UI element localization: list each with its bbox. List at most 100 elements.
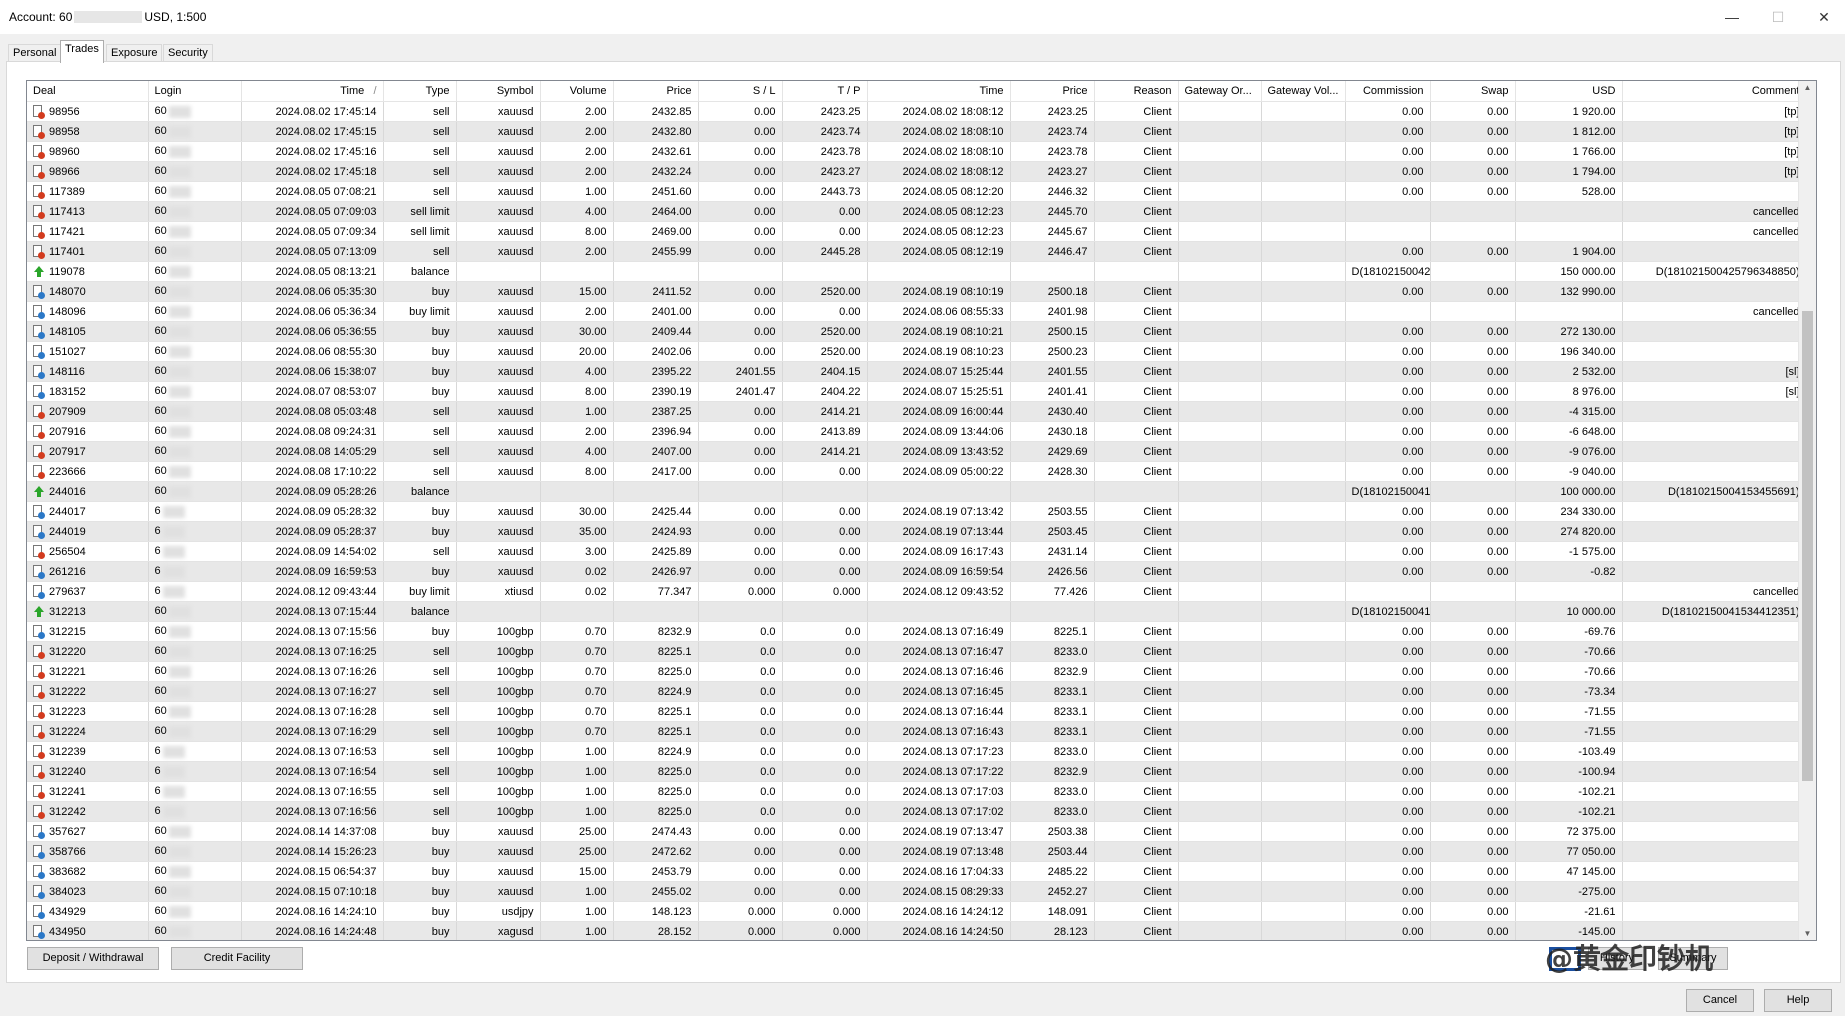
tab-exposure[interactable]: Exposure (106, 44, 163, 62)
table-row[interactable]: 312241 6 2024.08.13 07:16:55 sell 100gbp 1.00… (27, 781, 1807, 802)
col-symbol[interactable]: Symbol (456, 81, 541, 102)
cell-text-symbol: xauusd (498, 205, 534, 218)
table-row[interactable]: 279637 6 2024.08.12 09:43:44 buy limit xtius… (27, 581, 1807, 602)
table-row[interactable]: 357627 60 2024.08.14 14:37:08 buy xauusd 25.0… (27, 821, 1807, 842)
col-sl[interactable]: S / L (698, 81, 783, 102)
col-type[interactable]: Type (383, 81, 457, 102)
cell-text-sl: 0.00 (754, 505, 776, 518)
table-row[interactable]: 256504 6 2024.08.09 14:54:02 sell xauusd 3.00… (27, 541, 1807, 562)
table-row[interactable]: 148096 60 2024.08.06 05:36:34 buy limit xauu… (27, 301, 1807, 322)
col-comment[interactable]: Comment (1622, 81, 1807, 102)
help-button[interactable]: Help (1764, 989, 1832, 1012)
table-row[interactable]: 312220 60 2024.08.13 07:16:25 sell 100gbp 0.7… (27, 641, 1807, 662)
table-row[interactable]: 223666 60 2024.08.08 17:10:22 sell xauusd 8.0… (27, 461, 1807, 482)
cell-volume: 2.00 (540, 301, 614, 322)
col-login[interactable]: Login (148, 81, 242, 102)
col-deal[interactable]: Deal (27, 81, 149, 102)
table-row[interactable]: 434950 60 2024.08.16 14:24:48 buy xagusd 1.00… (27, 921, 1807, 940)
table-row[interactable]: 383682 60 2024.08.15 06:54:37 buy xauusd 15.0… (27, 861, 1807, 882)
table-row[interactable]: 98966 60 2024.08.02 17:45:18 sell xauusd 2.00… (27, 161, 1807, 182)
col-reason[interactable]: Reason (1094, 81, 1179, 102)
table-row[interactable]: 98960 60 2024.08.02 17:45:16 sell xauusd 2.00… (27, 141, 1807, 162)
scroll-up-icon[interactable]: ▲ (1799, 83, 1816, 92)
cell-text-volume: 1.00 (585, 765, 607, 778)
table-row[interactable]: 244017 6 2024.08.09 05:28:32 buy xauusd 30.00… (27, 501, 1807, 522)
table-row[interactable]: 244016 60 2024.08.09 05:28:26 balance D(1810… (27, 481, 1807, 502)
cell-usd: -4 315.00 (1515, 401, 1623, 422)
tab-personal[interactable]: Personal (8, 44, 62, 62)
cancel-button[interactable]: Cancel (1686, 989, 1754, 1012)
table-row[interactable]: 261216 6 2024.08.09 16:59:53 buy xauusd 0.02 2… (27, 561, 1807, 582)
cell-login: 60 (148, 221, 242, 242)
col-swap[interactable]: Swap (1430, 81, 1516, 102)
cell-sl: 0.0 (698, 661, 783, 682)
table-row[interactable]: 98956 60 2024.08.02 17:45:14 sell xauusd 2.00… (27, 101, 1807, 122)
scrollbar-thumb[interactable] (1802, 311, 1813, 781)
cell-gwo (1178, 561, 1262, 582)
table-row[interactable]: 183152 60 2024.08.07 08:53:07 buy xauusd 8.00… (27, 381, 1807, 402)
cell-text-sl: 0.000 (747, 905, 776, 918)
col-volume[interactable]: Volume (540, 81, 614, 102)
table-row[interactable]: 434929 60 2024.08.16 14:24:10 buy usdjpy 1.00… (27, 901, 1807, 922)
table-row[interactable]: 358766 60 2024.08.14 15:26:23 buy xauusd 25.0… (27, 841, 1807, 862)
cell-text-usd: -21.61 (1584, 905, 1616, 918)
col-close-price[interactable]: Price (1010, 81, 1095, 102)
cell-text-time2: 2024.08.07 15:25:51 (902, 385, 1004, 398)
table-row[interactable]: 312215 60 2024.08.13 07:15:56 buy 100gbp 0.70… (27, 621, 1807, 642)
table-row[interactable]: 207909 60 2024.08.08 05:03:48 sell xauusd 1.0… (27, 401, 1807, 422)
vertical-scrollbar[interactable]: ▲ ▼ (1798, 81, 1816, 940)
table-row[interactable]: 312240 6 2024.08.13 07:16:54 sell 100gbp 1.00… (27, 761, 1807, 782)
table-row[interactable]: 117401 60 2024.08.05 07:13:09 sell xauusd 2.0… (27, 241, 1807, 262)
table-row[interactable]: 244019 6 2024.08.09 05:28:37 buy xauusd 35.00… (27, 521, 1807, 542)
table-row[interactable]: 207917 60 2024.08.08 14:05:29 sell xauusd 4.0… (27, 441, 1807, 462)
table-row[interactable]: 312224 60 2024.08.13 07:16:29 sell 100gbp 0.7… (27, 721, 1807, 742)
col-gateway-volume[interactable]: Gateway Vol... (1261, 81, 1346, 102)
table-row[interactable]: 312213 60 2024.08.13 07:15:44 balance D(1810… (27, 601, 1807, 622)
cell-volume: 4.00 (540, 441, 614, 462)
table-row[interactable]: 384023 60 2024.08.15 07:10:18 buy xauusd 1.00… (27, 881, 1807, 902)
credit-facility-button[interactable]: Credit Facility (171, 947, 303, 970)
col-time[interactable]: Time / (241, 81, 384, 102)
minimize-button[interactable]: — (1720, 6, 1744, 28)
table-row[interactable]: 151027 60 2024.08.06 08:55:30 buy xauusd 20.0… (27, 341, 1807, 362)
col-commission[interactable]: Commission (1345, 81, 1431, 102)
tab-security[interactable]: Security (163, 44, 213, 62)
col-close-time[interactable]: Time (867, 81, 1011, 102)
tab-trades[interactable]: Trades (60, 40, 104, 63)
maximize-button[interactable]: ☐ (1766, 6, 1790, 28)
col-gateway-order[interactable]: Gateway Or... (1178, 81, 1262, 102)
cell-price: 8224.9 (613, 681, 699, 702)
cell-text-deal: 151027 (49, 345, 86, 358)
table-row[interactable]: 117421 60 2024.08.05 07:09:34 sell limit xau… (27, 221, 1807, 242)
table-row[interactable]: 312223 60 2024.08.13 07:16:28 sell 100gbp 0.7… (27, 701, 1807, 722)
table-row[interactable]: 312239 6 2024.08.13 07:16:53 sell 100gbp 1.00… (27, 741, 1807, 762)
table-row[interactable]: 312221 60 2024.08.13 07:16:26 sell 100gbp 0.7… (27, 661, 1807, 682)
deposit-withdrawal-button[interactable]: Deposit / Withdrawal (27, 947, 159, 970)
cell-sl: 0.00 (698, 241, 783, 262)
table-row[interactable]: 117413 60 2024.08.05 07:09:03 sell limit xau… (27, 201, 1807, 222)
table-row[interactable]: 312242 6 2024.08.13 07:16:56 sell 100gbp 1.00… (27, 801, 1807, 822)
cell-text-time: 2024.08.06 05:35:30 (275, 285, 377, 298)
close-button[interactable]: ✕ (1812, 6, 1836, 28)
col-usd[interactable]: USD (1515, 81, 1623, 102)
scroll-down-icon[interactable]: ▼ (1799, 929, 1816, 938)
cell-price2: 2426.56 (1010, 561, 1095, 582)
col-tp[interactable]: T / P (782, 81, 868, 102)
table-row[interactable]: 148070 60 2024.08.06 05:35:30 buy xauusd 15.0… (27, 281, 1807, 302)
cell-volume: 2.00 (540, 141, 614, 162)
cell-text-volume: 3.00 (585, 545, 607, 558)
cell-text-tp: 2443.73 (820, 185, 861, 198)
cell-volume: 1.00 (540, 921, 614, 940)
table-row[interactable]: 119078 60 2024.08.05 08:13:21 balance D(1810… (27, 261, 1807, 282)
table-row[interactable]: 207916 60 2024.08.08 09:24:31 sell xauusd 2.0… (27, 421, 1807, 442)
cell-comment: cancelled (1622, 221, 1807, 242)
cell-text-sl: 0.00 (754, 345, 776, 358)
table-row[interactable]: 148105 60 2024.08.06 05:36:55 buy xauusd 30.0… (27, 321, 1807, 342)
table-row[interactable]: 312222 60 2024.08.13 07:16:27 sell 100gbp 0.7… (27, 681, 1807, 702)
table-row[interactable]: 98958 60 2024.08.02 17:45:15 sell xauusd 2.00… (27, 121, 1807, 142)
table-row[interactable]: 117389 60 2024.08.05 07:08:21 sell xauusd 1.0… (27, 181, 1807, 202)
trades-table[interactable]: Deal Login Time / Type Symbol Volume Pri… (26, 80, 1817, 941)
col-price[interactable]: Price (613, 81, 699, 102)
table-row[interactable]: 148116 60 2024.08.06 15:38:07 buy xauusd 4.00… (27, 361, 1807, 382)
cell-gwo (1178, 741, 1262, 762)
